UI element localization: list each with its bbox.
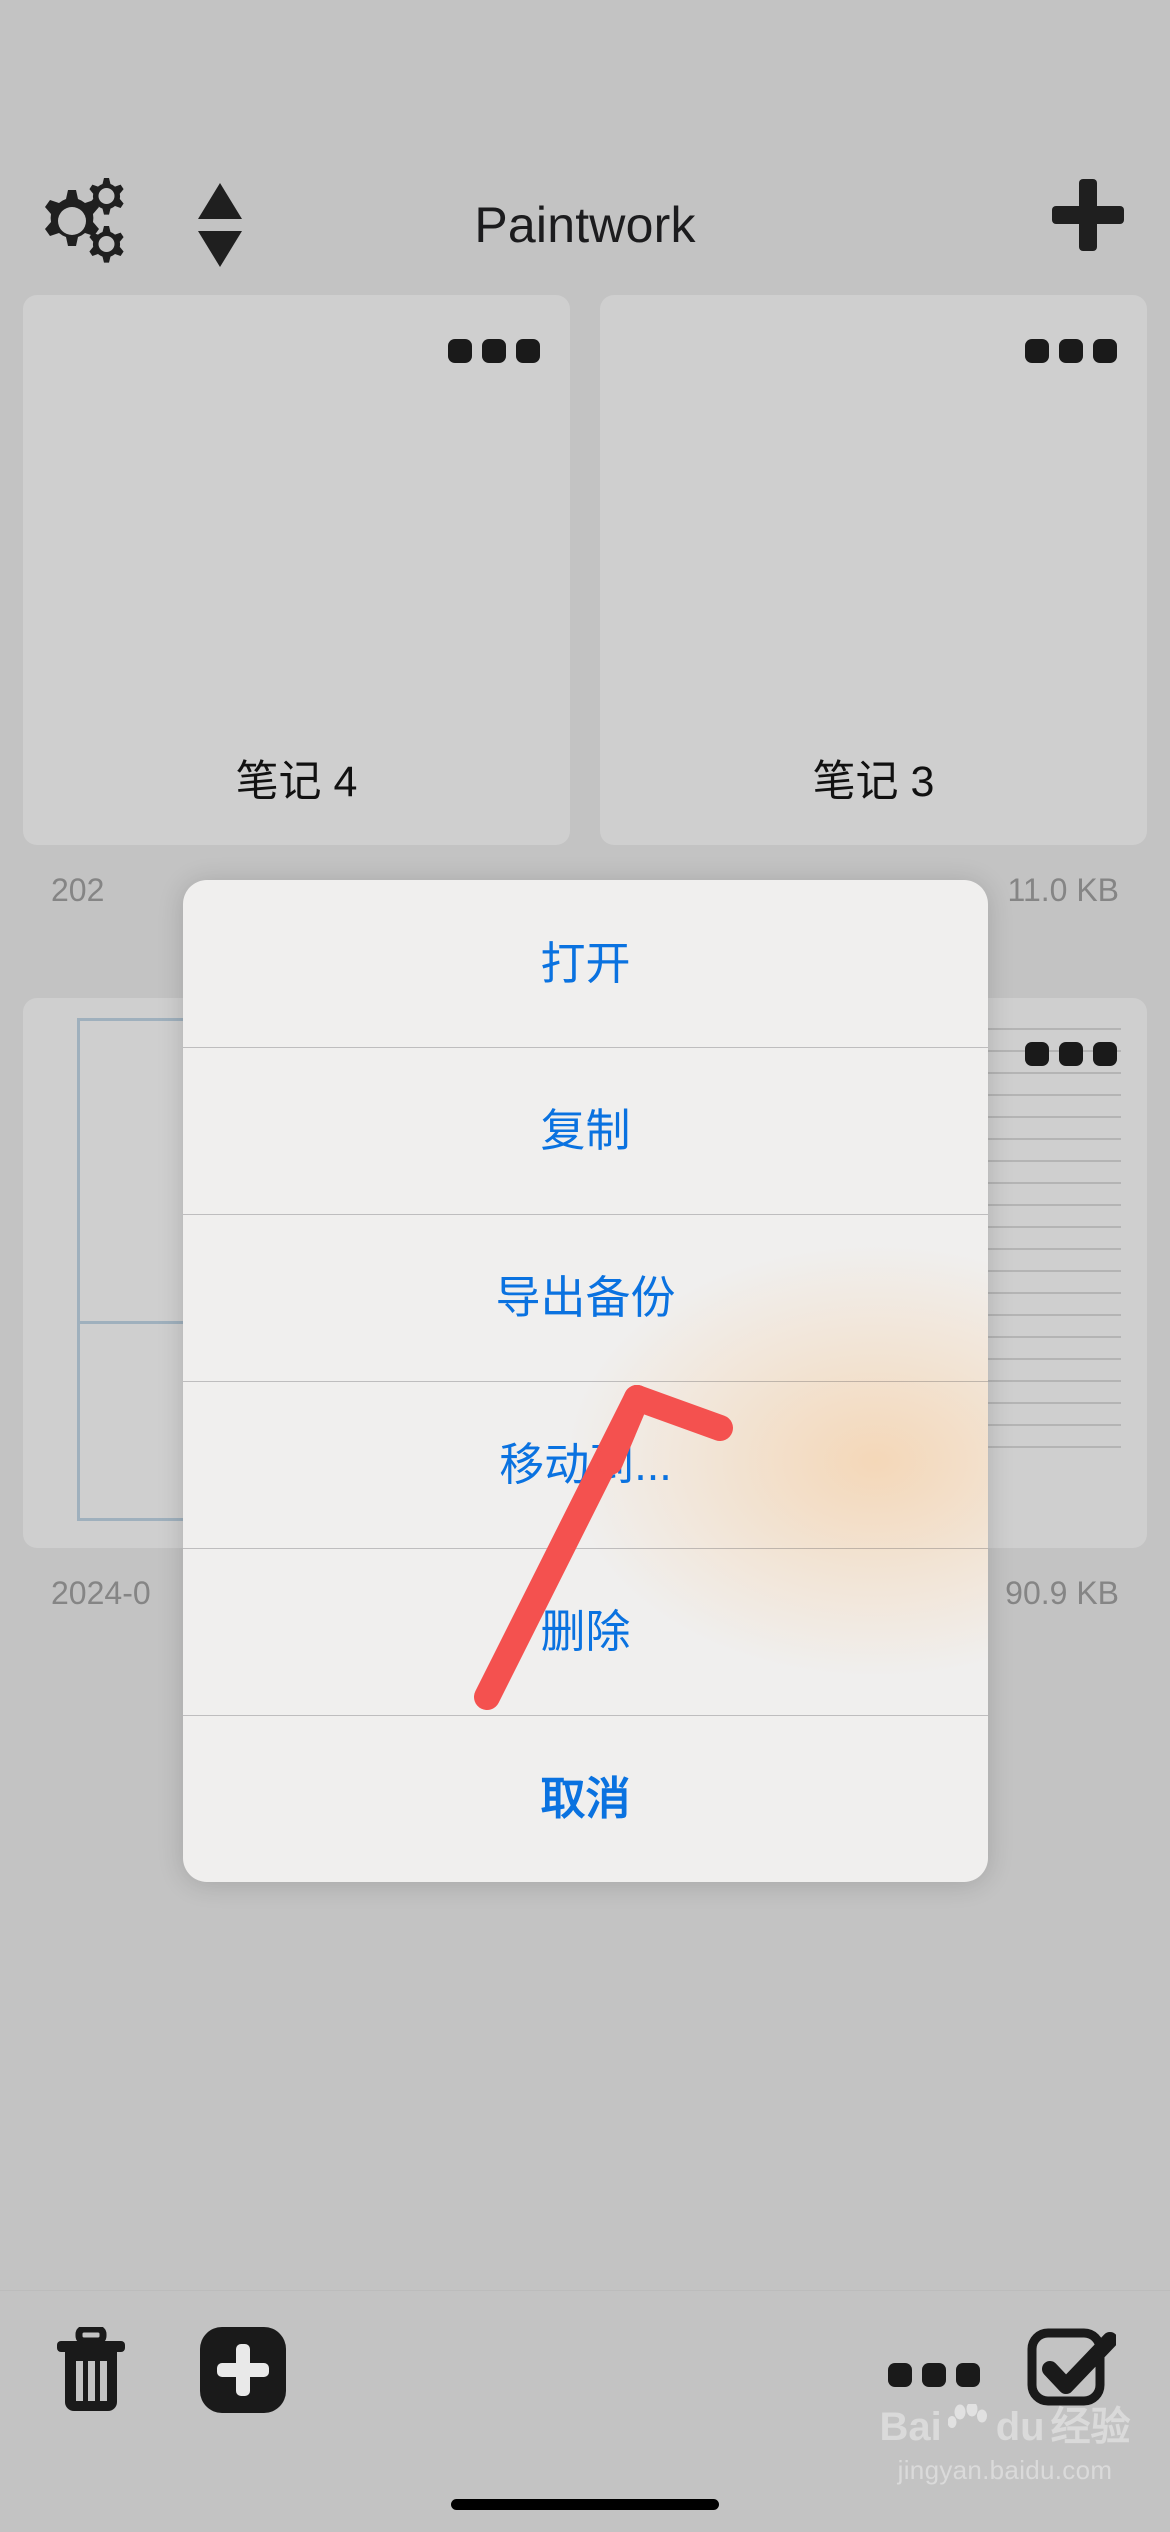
watermark-suffix: 经验: [1050, 2405, 1131, 2449]
page-title: Paintwork: [474, 197, 696, 253]
watermark-du: du: [995, 2405, 1045, 2449]
plus-icon[interactable]: [1048, 175, 1128, 260]
action-sheet-item-export-backup[interactable]: 导出备份: [183, 1214, 988, 1381]
action-sheet: 打开 复制 导出备份 移动到... 删除 取消: [183, 880, 988, 1882]
watermark-url: jingyan.baidu.com: [897, 2455, 1113, 2485]
add-box-icon[interactable]: [200, 2327, 286, 2418]
note-card[interactable]: 笔记 3: [600, 295, 1147, 845]
note-size: 11.0 KB: [1007, 872, 1119, 908]
watermark-bai: Bai: [879, 2405, 942, 2449]
note-size: 90.9 KB: [1005, 1575, 1119, 1611]
action-sheet-item-move-to[interactable]: 移动到...: [183, 1381, 988, 1548]
action-sheet-item-duplicate[interactable]: 复制: [183, 1047, 988, 1214]
watermark: Bai du 经验 jingyan.baidu.com: [860, 2401, 1150, 2486]
action-sheet-item-delete[interactable]: 删除: [183, 1548, 988, 1715]
phone-screen: Paintwork 笔记 4 笔记 3 202 11.0 KB 2024-0 9…: [0, 0, 1170, 2532]
navigation-bar: Paintwork: [0, 165, 1170, 285]
trash-icon[interactable]: [55, 2325, 127, 2418]
home-indicator[interactable]: [451, 2499, 719, 2510]
paw-icon: [947, 2401, 990, 2447]
note-title: 笔记 3: [812, 758, 935, 806]
action-sheet-item-open[interactable]: 打开: [183, 880, 988, 1047]
note-title: 笔记 4: [235, 758, 358, 806]
more-dots-icon[interactable]: [888, 2363, 980, 2394]
gears-icon[interactable]: [24, 168, 134, 278]
action-sheet-item-cancel[interactable]: 取消: [183, 1715, 988, 1882]
more-dots-icon[interactable]: [1025, 1042, 1117, 1073]
note-date: 202: [51, 872, 105, 908]
more-dots-icon[interactable]: [448, 339, 540, 370]
note-card[interactable]: 笔记 4: [23, 295, 570, 845]
status-bar: [0, 0, 1170, 165]
sort-updown-icon[interactable]: [190, 175, 250, 280]
note-date: 2024-0: [51, 1575, 151, 1611]
more-dots-icon[interactable]: [1025, 339, 1117, 370]
